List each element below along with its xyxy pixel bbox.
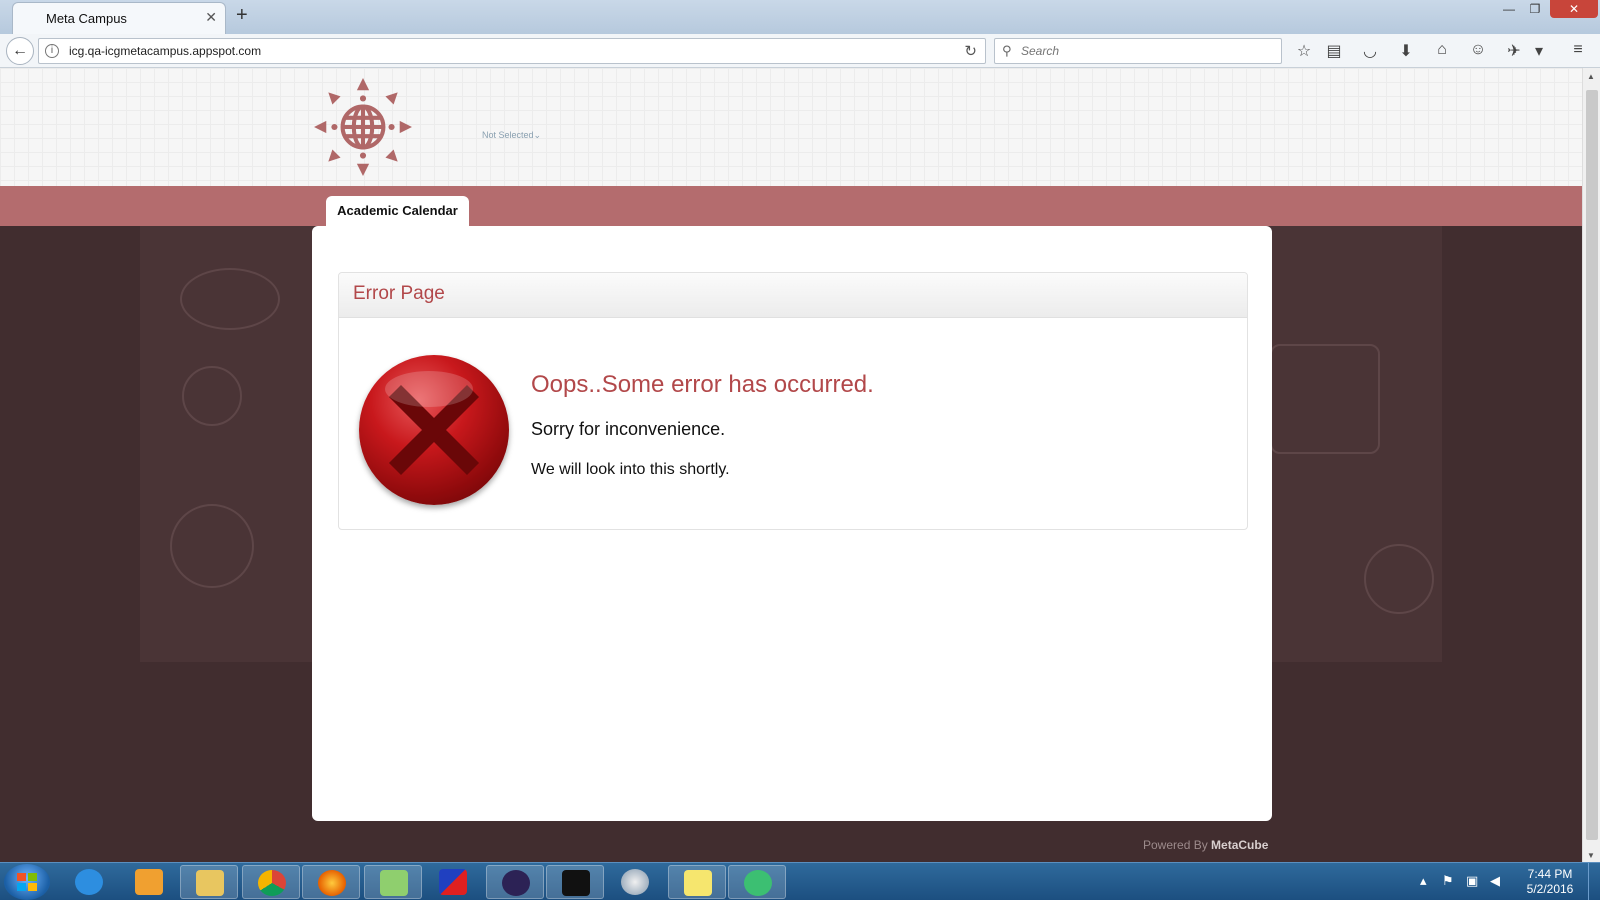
doodle-globe [1364, 544, 1434, 614]
folder-icon [196, 870, 224, 896]
taskbar-chrome[interactable] [242, 865, 300, 899]
error-panel-header: Error Page [339, 273, 1247, 318]
powered-by-prefix: Powered By [1143, 838, 1208, 852]
reading-list-icon[interactable]: ▤ [1323, 41, 1345, 61]
taskbar-atom[interactable] [728, 865, 786, 899]
error-panel: Error Page Oops..Some error has occurred… [338, 272, 1248, 530]
page-viewport: Not Selected⌄ Academic Calendar Error Pa… [0, 68, 1582, 862]
clock-time: 7:44 PM [1527, 867, 1573, 881]
url-text[interactable]: icg.qa-icgmetacampus.appspot.com [69, 44, 261, 58]
search-input[interactable] [1021, 42, 1271, 60]
taskbar-internet-explorer[interactable] [60, 865, 118, 899]
site-header: Not Selected⌄ [0, 68, 1582, 186]
page-scrollbar[interactable]: ▲ ▼ [1582, 68, 1600, 862]
apology-text: Sorry for inconvenience. [531, 419, 726, 439]
taskbar-paint[interactable] [606, 865, 664, 899]
followup-text: We will look into this shortly. [531, 461, 730, 478]
atom-icon [744, 870, 772, 896]
maximize-window-button[interactable]: ❐ [1520, 0, 1550, 18]
extension-icon[interactable]: ✈ [1503, 41, 1525, 61]
back-button[interactable]: ← [6, 37, 34, 65]
selection-dropdown-label: Not Selected [482, 130, 534, 140]
show-desktop-button[interactable] [1588, 863, 1600, 900]
taskbar-notepad-plus[interactable] [364, 865, 422, 899]
windows-logo-icon [17, 873, 37, 891]
home-icon[interactable]: ⌂ [1431, 41, 1453, 61]
taskbar-media-player[interactable] [120, 865, 178, 899]
taskbar-sticky-notes[interactable] [668, 865, 726, 899]
content-card: Error Page Oops..Some error has occurred… [312, 226, 1272, 821]
close-window-button[interactable]: ✕ [1550, 0, 1598, 18]
bookmark-star-icon[interactable]: ☆ [1293, 41, 1315, 61]
meta-campus-logo [314, 78, 412, 176]
paint-icon [621, 869, 649, 895]
powered-by-brand[interactable]: MetaCube [1211, 838, 1268, 852]
tab-title: Meta Campus [46, 11, 127, 26]
close-tab-icon[interactable]: ✕ [205, 9, 217, 26]
scroll-down-icon[interactable]: ▼ [1587, 851, 1595, 860]
scroll-up-icon[interactable]: ▲ [1587, 72, 1595, 81]
error-page-title: Error Page [353, 283, 445, 304]
menu-hamburger-icon[interactable]: ≡ [1567, 41, 1589, 61]
tab-academic-calendar[interactable]: Academic Calendar [326, 196, 469, 226]
taskbar-eclipse[interactable] [486, 865, 544, 899]
clock-date: 5/2/2016 [1526, 882, 1574, 896]
chat-icon[interactable]: ☺ [1467, 41, 1489, 61]
doodle-formula [180, 268, 280, 330]
firefox-icon [318, 870, 346, 896]
network-icon[interactable]: ▣ [1466, 873, 1478, 889]
new-tab-icon[interactable]: + [236, 4, 248, 27]
chrome-icon [258, 870, 286, 896]
search-bar[interactable]: ⚲ [994, 38, 1282, 64]
selection-dropdown[interactable]: Not Selected⌄ [482, 130, 541, 141]
taskbar-file-explorer[interactable] [180, 865, 238, 899]
start-button[interactable] [4, 864, 50, 900]
chevron-down-icon[interactable]: ▾ [1528, 41, 1550, 61]
search-icon: ⚲ [1002, 43, 1012, 58]
doodle-book [1270, 344, 1380, 454]
sticky-notes-icon [684, 870, 712, 896]
windows-taskbar: ▴ ⚑ ▣ ◀ 7:44 PM 5/2/2016 [0, 862, 1600, 900]
doodle-clock [170, 504, 254, 588]
url-bar[interactable]: i icg.qa-icgmetacampus.appspot.com ↻ [38, 38, 986, 64]
taskbar-app-red-blue[interactable] [424, 865, 482, 899]
download-icon[interactable]: ⬇ [1395, 41, 1417, 61]
browser-title-bar: Meta Campus ✕ + — ❐ ✕ [0, 0, 1600, 34]
notepad-plus-icon [380, 870, 408, 896]
reload-icon[interactable]: ↻ [964, 42, 977, 60]
doodle-magnifier [182, 366, 242, 426]
powered-by-footer: Powered By MetaCube [1143, 838, 1268, 852]
show-hidden-icons-icon[interactable]: ▴ [1420, 873, 1427, 889]
internet-explorer-icon [75, 869, 103, 895]
site-info-icon[interactable]: i [45, 44, 59, 58]
taskbar-firefox[interactable] [302, 865, 360, 899]
taskbar-clock[interactable]: 7:44 PM 5/2/2016 [1516, 867, 1584, 897]
browser-tab[interactable]: Meta Campus ✕ [12, 2, 226, 34]
scroll-thumb[interactable] [1586, 90, 1598, 840]
app-icon [439, 869, 467, 895]
action-center-flag-icon[interactable]: ⚑ [1442, 873, 1454, 889]
volume-muted-icon[interactable]: ◀ [1490, 873, 1500, 889]
command-prompt-icon [562, 870, 590, 896]
taskbar-command-prompt[interactable] [546, 865, 604, 899]
site-menu-bar: Academic Calendar [0, 186, 1582, 226]
browser-nav-bar: ← i icg.qa-icgmetacampus.appspot.com ↻ ⚲… [0, 34, 1600, 68]
error-message: Oops..Some error has occurred. [531, 371, 874, 398]
error-x-icon [359, 355, 509, 505]
pocket-icon[interactable]: ◡ [1359, 41, 1381, 61]
media-player-icon [135, 869, 163, 895]
eclipse-icon [502, 870, 530, 896]
